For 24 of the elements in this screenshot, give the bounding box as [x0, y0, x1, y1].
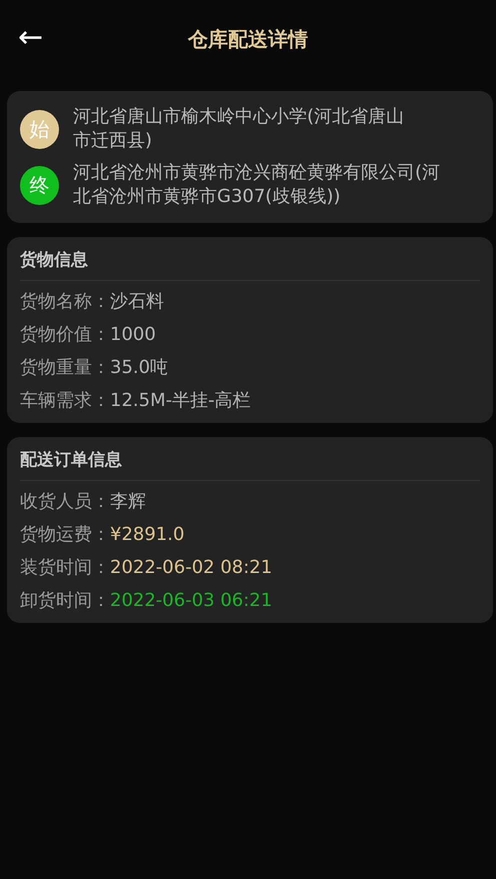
field-value: 2022-06-03 06:21: [110, 589, 272, 613]
field-value: 1000: [110, 323, 156, 347]
field-label: 货物运费：: [20, 523, 110, 547]
field-label: 车辆需求：: [20, 389, 110, 413]
route-badge: 始: [20, 110, 59, 148]
page-title: 仓库配送详情: [188, 26, 308, 52]
field-label: 收货人员：: [20, 490, 110, 514]
field-value: 2022-06-02 08:21: [110, 556, 272, 580]
field-value: 35.0吨: [110, 356, 168, 380]
route-address: 河北省唐山市榆木岭中心小学(河北省唐山市迁西县): [73, 105, 406, 153]
field-value: 12.5M-半挂-高栏: [110, 389, 251, 413]
field-label: 货物价值：: [20, 323, 110, 347]
section-title: 货物信息: [20, 249, 480, 281]
back-button[interactable]: ←: [14, 20, 48, 56]
field-label: 货物名称：: [20, 290, 110, 314]
field-label: 装货时间：: [20, 556, 110, 580]
field-label: 卸货时间：: [20, 589, 110, 613]
field-value: 沙石料: [110, 290, 164, 314]
field-label: 货物重量：: [20, 356, 110, 380]
route-badge: 终: [20, 166, 59, 204]
field-value: ¥2891.0: [110, 523, 184, 547]
section-title: 配送订单信息: [20, 449, 480, 481]
route-address: 河北省沧州市黄骅市沧兴商砼黄骅有限公司(河北省沧州市黄骅市G307(歧银线)): [73, 161, 442, 209]
field-value: 李辉: [110, 490, 146, 514]
